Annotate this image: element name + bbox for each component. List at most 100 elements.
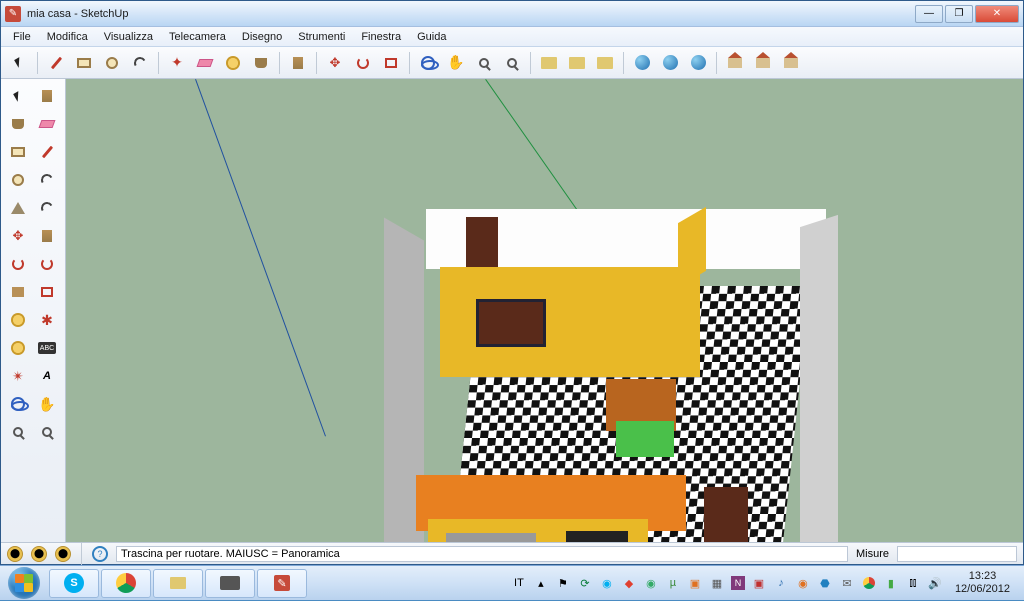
- menu-strumenti[interactable]: Strumenti: [290, 29, 353, 45]
- arc-tool-v[interactable]: [34, 167, 60, 193]
- add-location-icon[interactable]: [630, 51, 654, 75]
- push-pull-tool[interactable]: [286, 51, 310, 75]
- zoom-tool[interactable]: [472, 51, 496, 75]
- line-tool[interactable]: [44, 51, 68, 75]
- dimension-tool-v[interactable]: ✱: [34, 307, 60, 333]
- tape-tool-v[interactable]: [5, 307, 31, 333]
- google-earth-icon[interactable]: [686, 51, 710, 75]
- tray-volume-icon[interactable]: 🔊: [927, 575, 943, 591]
- add-building-icon[interactable]: [723, 51, 747, 75]
- tray-app4-icon[interactable]: ▦: [709, 575, 725, 591]
- pan-tool-v[interactable]: ✋: [34, 391, 60, 417]
- viewport-3d[interactable]: [66, 79, 1023, 542]
- select-tool[interactable]: [7, 51, 31, 75]
- component-tool-v[interactable]: [34, 83, 60, 109]
- zoom-tool-v[interactable]: [5, 419, 31, 445]
- toolbar-vertical: ✥ ✱ ABC ✴ A ✋: [1, 79, 66, 542]
- tray-app8-icon[interactable]: ⬣: [817, 575, 833, 591]
- close-button[interactable]: ✕: [975, 5, 1019, 23]
- rotate-tool-v[interactable]: [5, 251, 31, 277]
- scale-tool-v[interactable]: [5, 279, 31, 305]
- 3d-text-tool-v[interactable]: A: [34, 363, 60, 389]
- rectangle-tool-v[interactable]: [5, 139, 31, 165]
- geolocation-icon[interactable]: ⬤: [7, 546, 23, 562]
- help-icon[interactable]: ?: [92, 546, 108, 562]
- component-tool[interactable]: ✦: [165, 51, 189, 75]
- task-explorer[interactable]: [153, 569, 203, 598]
- tray-chrome-icon[interactable]: [861, 575, 877, 591]
- warehouse-share-icon[interactable]: [565, 51, 589, 75]
- photo-textures-icon[interactable]: [751, 51, 775, 75]
- task-camera[interactable]: [205, 569, 255, 598]
- zoom-extents-tool[interactable]: [500, 51, 524, 75]
- tray-clock[interactable]: 13:23 12/06/2012: [949, 570, 1016, 596]
- toggle-terrain-icon[interactable]: [658, 51, 682, 75]
- tray-app9-icon[interactable]: ✉: [839, 575, 855, 591]
- freehand-tool-v[interactable]: [34, 195, 60, 221]
- warehouse-upload-icon[interactable]: [593, 51, 617, 75]
- menu-telecamera[interactable]: Telecamera: [161, 29, 234, 45]
- tray-battery-icon[interactable]: ▮: [883, 575, 899, 591]
- move-tool[interactable]: ✥: [323, 51, 347, 75]
- menu-modifica[interactable]: Modifica: [39, 29, 96, 45]
- claim-icon[interactable]: ⬤: [55, 546, 71, 562]
- tray-app7-icon[interactable]: ◉: [795, 575, 811, 591]
- text-tool-v[interactable]: ABC: [34, 335, 60, 361]
- tray-sync-icon[interactable]: ⟳: [577, 575, 593, 591]
- rectangle-tool[interactable]: [72, 51, 96, 75]
- measure-input[interactable]: [897, 546, 1017, 562]
- tray-app6-icon[interactable]: ♪: [773, 575, 789, 591]
- maximize-button[interactable]: ❐: [945, 5, 973, 23]
- minimize-button[interactable]: —: [915, 5, 943, 23]
- tape-measure-tool[interactable]: [221, 51, 245, 75]
- paint-bucket-tool[interactable]: [249, 51, 273, 75]
- polygon-tool-v[interactable]: [5, 195, 31, 221]
- move-tool-v[interactable]: ✥: [5, 223, 31, 249]
- pan-tool[interactable]: ✋: [444, 51, 468, 75]
- window-title: mia casa - SketchUp: [27, 8, 915, 20]
- orbit-tool-v[interactable]: [5, 391, 31, 417]
- follow-me-tool-v[interactable]: [34, 251, 60, 277]
- tray-skype-icon[interactable]: ◉: [599, 575, 615, 591]
- task-skype[interactable]: S: [49, 569, 99, 598]
- tray-app5-icon[interactable]: ▣: [751, 575, 767, 591]
- rotate-tool[interactable]: [351, 51, 375, 75]
- line-tool-v[interactable]: [34, 139, 60, 165]
- measure-label: Misure: [856, 548, 889, 560]
- tray-flag-icon[interactable]: ⚑: [555, 575, 571, 591]
- tray-app1-icon[interactable]: ◆: [621, 575, 637, 591]
- tray-wifi-icon[interactable]: ⫾⫾: [905, 575, 921, 591]
- circle-tool[interactable]: [100, 51, 124, 75]
- axis-blue: [195, 79, 326, 436]
- offset-tool-v[interactable]: [34, 279, 60, 305]
- push-pull-tool-v[interactable]: [34, 223, 60, 249]
- menu-file[interactable]: File: [5, 29, 39, 45]
- offset-tool[interactable]: [379, 51, 403, 75]
- paint-tool-v[interactable]: [5, 111, 31, 137]
- credits-icon[interactable]: ⬤: [31, 546, 47, 562]
- menu-visualizza[interactable]: Visualizza: [96, 29, 161, 45]
- task-chrome[interactable]: [101, 569, 151, 598]
- tray-app2-icon[interactable]: ◉: [643, 575, 659, 591]
- tray-onenote-icon[interactable]: N: [731, 576, 745, 590]
- orbit-tool[interactable]: [416, 51, 440, 75]
- arc-tool[interactable]: [128, 51, 152, 75]
- tray-utorrent-icon[interactable]: µ: [665, 575, 681, 591]
- menu-disegno[interactable]: Disegno: [234, 29, 290, 45]
- eraser-tool-v[interactable]: [34, 111, 60, 137]
- warehouse-get-icon[interactable]: [537, 51, 561, 75]
- tray-lang[interactable]: IT: [511, 575, 527, 591]
- start-button[interactable]: [0, 566, 48, 601]
- select-tool-v[interactable]: [5, 83, 31, 109]
- tray-app3-icon[interactable]: ▣: [687, 575, 703, 591]
- tray-up-icon[interactable]: ▴: [533, 575, 549, 591]
- eraser-tool[interactable]: [193, 51, 217, 75]
- protractor-tool-v[interactable]: [5, 335, 31, 361]
- menu-guida[interactable]: Guida: [409, 29, 454, 45]
- zoom-window-tool-v[interactable]: [34, 419, 60, 445]
- axes-tool-v[interactable]: ✴: [5, 363, 31, 389]
- circle-tool-v[interactable]: [5, 167, 31, 193]
- menu-finestra[interactable]: Finestra: [353, 29, 409, 45]
- task-sketchup[interactable]: ✎: [257, 569, 307, 598]
- preview-model-icon[interactable]: [779, 51, 803, 75]
